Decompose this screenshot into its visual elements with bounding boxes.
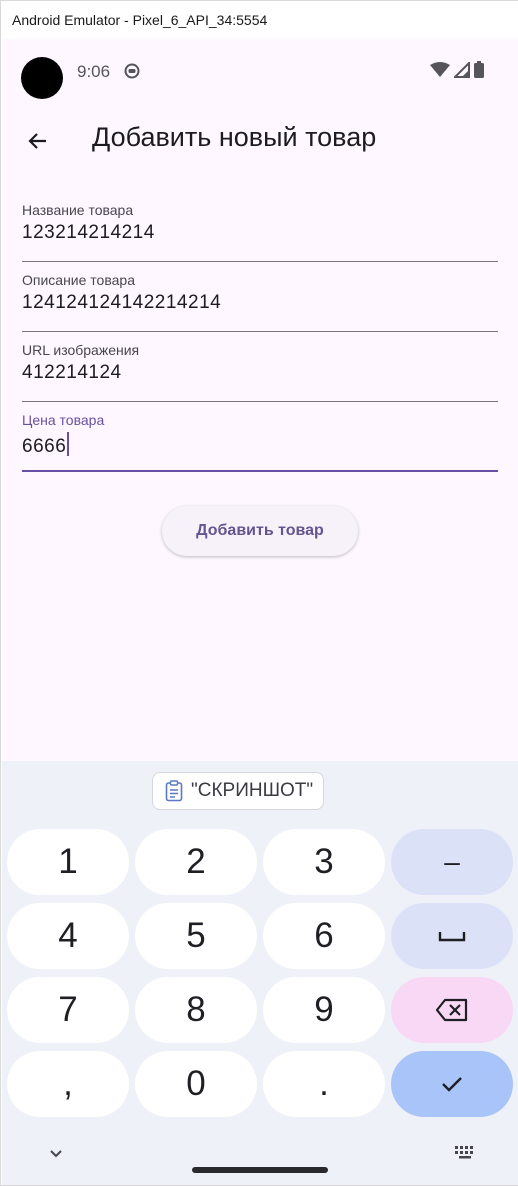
- field-underline: [22, 400, 498, 402]
- price-field-label: Цена товара: [22, 412, 105, 428]
- key-1[interactable]: 1: [7, 829, 129, 895]
- key-7[interactable]: 7: [7, 977, 129, 1043]
- key-4[interactable]: 4: [7, 903, 129, 969]
- key-comma[interactable]: ,: [7, 1051, 129, 1117]
- key-backspace[interactable]: [391, 977, 513, 1043]
- signal-icon: [454, 61, 470, 78]
- name-field-value[interactable]: 123214214214: [22, 222, 155, 244]
- field-underline: [22, 330, 498, 332]
- name-field[interactable]: Название товара 123214214214: [22, 202, 498, 262]
- numeric-keyboard: "СКРИНШОТ" 1 2 3 – 4 5 6 7 8 9 , 0 .: [2, 761, 518, 1185]
- price-field-value-wrap[interactable]: 6666: [22, 432, 70, 458]
- key-space[interactable]: [391, 903, 513, 969]
- back-button[interactable]: [16, 119, 60, 163]
- emulator-window: Android Emulator - Pixel_6_API_34:5554 9…: [0, 0, 518, 1186]
- page-title: Добавить новый товар: [92, 122, 377, 152]
- check-icon: [442, 1077, 462, 1092]
- description-field[interactable]: Описание товара 124124124142214214: [22, 272, 498, 332]
- key-8[interactable]: 8: [135, 977, 257, 1043]
- key-3[interactable]: 3: [263, 829, 385, 895]
- camera-cutout: [21, 57, 63, 99]
- status-time: 9:06: [77, 62, 111, 81]
- price-field[interactable]: Цена товара 6666: [22, 412, 498, 472]
- phone-screen: 9:06 Добавить новый товар Название товар…: [2, 39, 518, 1185]
- key-9[interactable]: 9: [263, 977, 385, 1043]
- description-field-value[interactable]: 124124124142214214: [22, 292, 221, 314]
- description-field-label: Описание товара: [22, 272, 135, 288]
- key-2[interactable]: 2: [135, 829, 257, 895]
- image-url-field-value[interactable]: 412214124: [22, 362, 122, 384]
- price-field-value[interactable]: 6666: [22, 436, 66, 457]
- wifi-icon: [430, 61, 450, 77]
- clipboard-suggestion-chip[interactable]: "СКРИНШОТ": [152, 772, 324, 810]
- key-period[interactable]: .: [263, 1051, 385, 1117]
- keyboard-icon[interactable]: [454, 1144, 476, 1162]
- space-icon: [438, 932, 466, 942]
- key-done[interactable]: [391, 1051, 513, 1117]
- image-url-field[interactable]: URL изображения 412214124: [22, 342, 498, 402]
- window-title: Android Emulator - Pixel_6_API_34:5554: [12, 12, 268, 28]
- field-underline: [22, 260, 498, 262]
- arrow-back-icon: [28, 133, 46, 149]
- window-titlebar: Android Emulator - Pixel_6_API_34:5554: [1, 1, 518, 39]
- battery-icon: [474, 61, 484, 78]
- clipboard-suggestion-text: "СКРИНШОТ": [191, 780, 314, 801]
- field-underline-focused: [22, 470, 498, 472]
- key-5[interactable]: 5: [135, 903, 257, 969]
- status-icons: [430, 61, 484, 78]
- name-field-label: Название товара: [22, 202, 134, 218]
- app-notification-icon: [124, 63, 140, 79]
- clipboard-icon: [165, 780, 183, 802]
- key-0[interactable]: 0: [135, 1051, 257, 1117]
- image-url-field-label: URL изображения: [22, 342, 140, 358]
- key-minus[interactable]: –: [391, 829, 513, 895]
- backspace-icon: [435, 998, 468, 1022]
- key-6[interactable]: 6: [263, 903, 385, 969]
- chevron-down-icon[interactable]: [46, 1144, 66, 1164]
- home-gesture-bar[interactable]: [192, 1167, 328, 1173]
- add-product-button[interactable]: Добавить товар: [162, 506, 358, 556]
- text-cursor: [67, 432, 70, 456]
